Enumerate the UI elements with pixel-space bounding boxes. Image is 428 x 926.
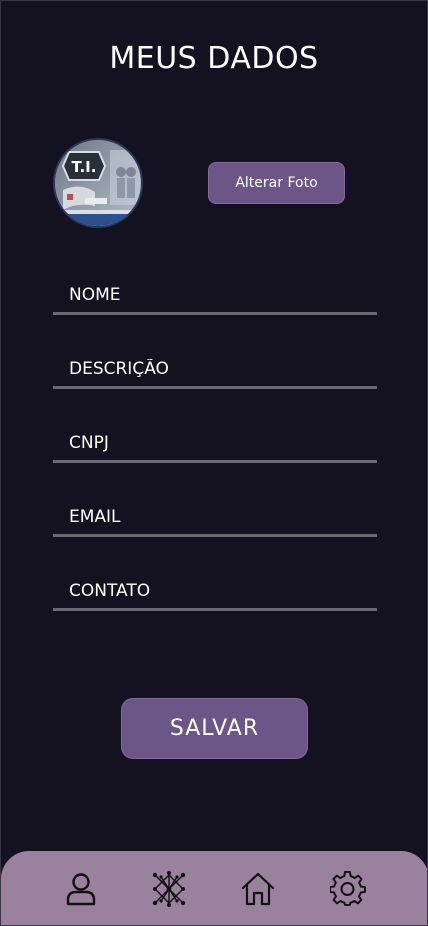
description-field-wrapper: [53, 353, 377, 389]
cnpj-field-wrapper: [53, 427, 377, 463]
change-photo-button[interactable]: Alterar Foto: [208, 162, 345, 204]
contact-field-wrapper: [53, 575, 377, 611]
save-button[interactable]: SALVAR: [121, 698, 308, 759]
nav-item-network[interactable]: [149, 869, 189, 909]
email-field-wrapper: [53, 501, 377, 537]
bottom-nav: [1, 851, 427, 925]
gear-icon: [330, 871, 366, 906]
network-icon: [152, 871, 186, 907]
name-field-wrapper: [53, 279, 377, 315]
name-field[interactable]: [69, 279, 369, 311]
email-field[interactable]: [69, 501, 369, 533]
nav-item-home[interactable]: [238, 869, 278, 909]
user-icon: [66, 873, 96, 906]
page-title: MEUS DADOS: [109, 41, 319, 76]
avatar-image: T.I.: [55, 140, 141, 226]
avatar[interactable]: T.I.: [53, 138, 143, 228]
profile-screen: MEUS DADOS T.I. Alterar Foto NOME DESCRI…: [0, 0, 428, 926]
avatar-badge-text: T.I.: [72, 158, 97, 176]
cnpj-field[interactable]: [69, 427, 369, 459]
nav-item-settings[interactable]: [328, 869, 368, 909]
description-field[interactable]: [69, 353, 369, 385]
contact-field[interactable]: [69, 575, 369, 607]
nav-item-profile[interactable]: [61, 869, 101, 909]
home-icon: [241, 872, 275, 906]
